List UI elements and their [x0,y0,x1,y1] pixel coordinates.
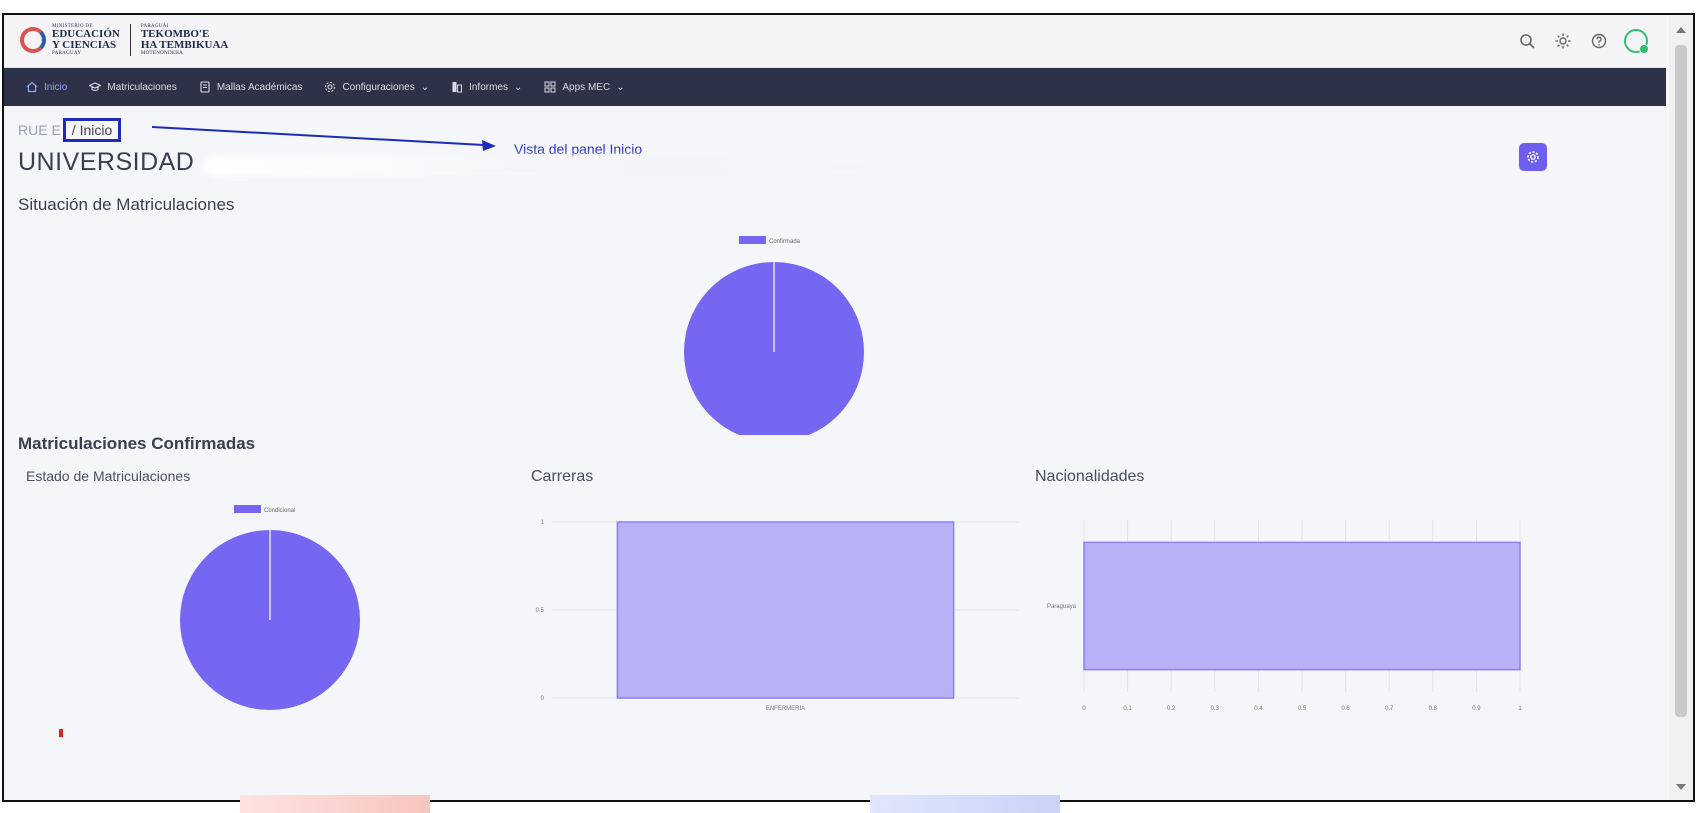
x-tick-label: 0.2 [1167,706,1176,710]
bar-enfermeria[interactable] [616,521,955,699]
scroll-thumb[interactable] [1675,45,1687,717]
chevron-down-icon: ⌄ [616,81,625,93]
nav-label: Mallas Académicas [216,81,303,93]
graduation-cap-icon [89,82,102,91]
nav-item-mallas-academicas[interactable]: Mallas Académicas [199,81,303,93]
logo-divider [129,24,131,56]
scroll-down-arrow-icon[interactable] [1676,784,1686,790]
redacted-area [204,155,939,177]
breadcrumb-current: / Inicio [62,118,122,142]
app-window: MINISTERIO DE EDUCACIÓN Y CIENCIAS PARAG… [2,13,1695,802]
nav-item-configuraciones[interactable]: Configuraciones ⌄ [324,81,429,93]
nav-item-matriculaciones[interactable]: Matriculaciones [89,81,177,93]
apps-icon [544,81,556,93]
document-icon [200,81,210,93]
x-tick-label: ENFERMERIA [766,706,805,710]
x-tick-label: 0 [1082,706,1086,710]
logo-text: HA TEMBIKUAA [140,39,229,51]
watermark [870,795,1060,813]
nav-item-apps-mec[interactable]: Apps MEC ⌄ [544,81,625,93]
nav-label: Inicio [44,81,68,93]
bar-chart-carreras: 1 0.5 0 ENFERMERIA [536,520,1019,710]
scroll-up-arrow-icon[interactable] [1676,27,1686,33]
x-tick-label: 0.5 [1298,706,1307,710]
chevron-down-icon: ⌄ [420,81,430,93]
report-icon [452,82,463,93]
y-tick-label: 0 [541,696,545,702]
logo-text: Y CIENCIAS [52,39,117,51]
x-tick-label: 0.6 [1341,706,1350,710]
bar-chart-nacionalidades: 0 0.1 0.2 0.3 0.4 0.5 0.6 0.7 0.8 0.9 1 Paraguaya [1047,520,1522,710]
settings-button[interactable] [1519,143,1547,171]
x-tick-label: 0.4 [1254,706,1263,710]
top-header: MINISTERIO DE EDUCACIÓN Y CIENCIAS PARAG… [4,15,1666,68]
pie-chart-estado: Condicional [180,505,360,710]
decorative-mark [59,729,63,737]
logo-text: PARAGUAY [52,51,82,56]
chevron-down-icon: ⌄ [514,81,523,93]
x-tick-label: 1 [1518,706,1522,710]
user-avatar-icon[interactable] [1624,29,1649,54]
vertical-scrollbar[interactable] [1669,15,1693,800]
y-tick-label: 1 [541,520,545,526]
x-tick-label: 0.9 [1472,706,1481,710]
breadcrumb: RUE E / Inicio [18,118,122,142]
breadcrumb-root[interactable]: RUE E [18,122,61,138]
section-title-situacion: Situación de Matriculaciones [18,195,235,214]
x-tick-label: 0.7 [1385,706,1394,710]
x-tick-label: 0.1 [1123,706,1132,710]
logo-text: MOTENONDEHA [140,51,184,56]
legend-label: Condicional [264,508,295,514]
logo-emblem-icon [20,27,46,53]
nav-label: Matriculaciones [107,81,177,93]
gear-icon [325,81,336,93]
nav-label: Informes [469,81,508,93]
sun-icon[interactable] [1552,30,1574,52]
help-icon[interactable] [1588,30,1610,52]
x-tick-label: 0.3 [1211,706,1220,710]
header-actions [1516,29,1649,54]
x-tick-label: 0.8 [1429,706,1438,710]
gear-icon [1527,151,1539,163]
legend-swatch [234,505,261,513]
search-icon[interactable] [1516,30,1538,52]
section-title-confirmadas: Matriculaciones Confirmadas [18,434,256,453]
mec-logo[interactable]: MINISTERIO DE EDUCACIÓN Y CIENCIAS PARAG… [20,24,228,56]
nav-label: Apps MEC [562,81,611,93]
legend-swatch [739,236,766,244]
page-title: UNIVERSIDAD [18,148,195,176]
pie-chart-situacion: Confirmada [684,236,864,435]
main-nav: Inicio Matriculaciones Mallas Académicas… [4,68,1666,106]
nav-item-informes[interactable]: Informes ⌄ [451,81,522,93]
chart-title-estado: Estado de Matriculaciones [26,468,191,484]
home-icon [26,81,38,93]
y-tick-label: Paraguaya [1047,604,1077,610]
watermark [240,795,430,813]
chart-title-nacionalidades: Nacionalidades [1035,468,1145,485]
y-tick-label: 0.5 [536,608,545,614]
nav-label: Configuraciones [342,81,415,93]
chart-title-carreras: Carreras [531,468,594,485]
legend-label: Confirmada [769,239,801,245]
nav-item-inicio[interactable]: Inicio [26,81,67,93]
bar-paraguaya[interactable] [1083,541,1521,671]
